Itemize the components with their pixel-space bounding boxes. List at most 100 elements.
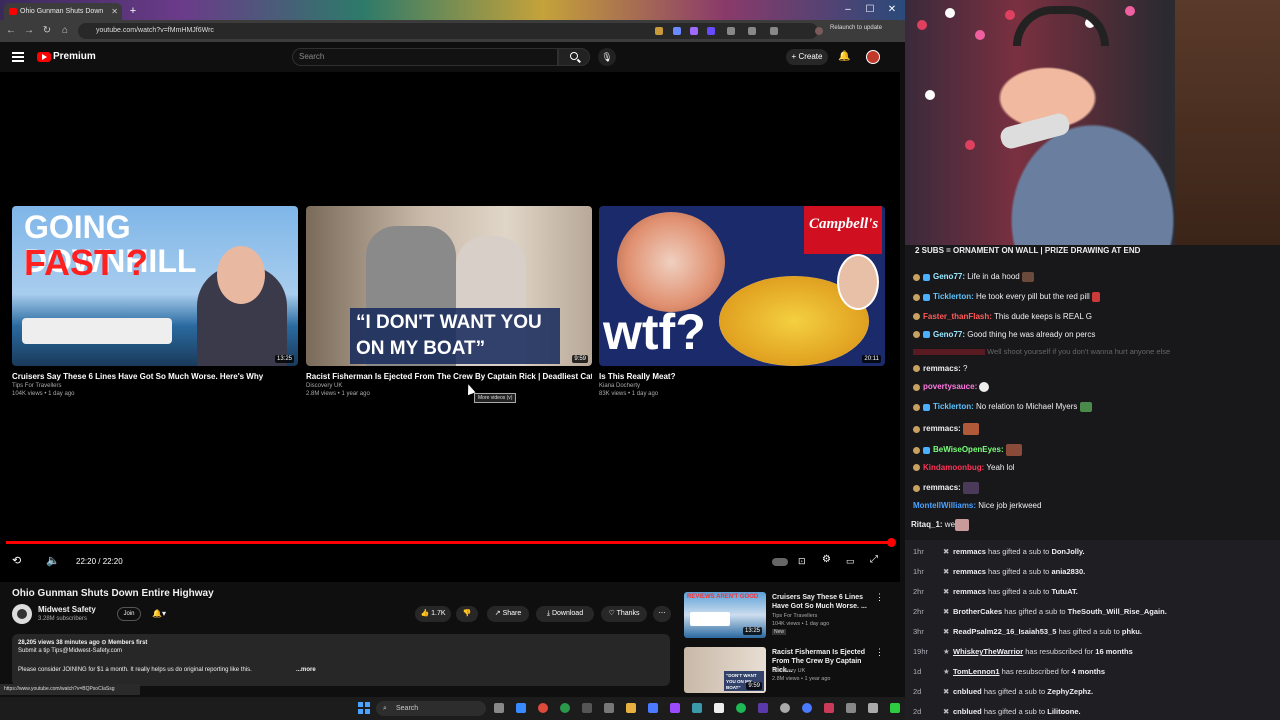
sidebar-icon[interactable] xyxy=(770,27,778,35)
maximize-icon[interactable]: ☐ xyxy=(860,2,880,18)
app-icon[interactable] xyxy=(604,703,614,713)
video-menu-icon[interactable]: ⋮ xyxy=(875,647,884,658)
event-user[interactable]: remmacs xyxy=(953,567,986,576)
back-icon[interactable]: ← xyxy=(4,24,18,38)
join-button[interactable]: Join xyxy=(117,607,141,621)
event-target[interactable]: Lilitoone. xyxy=(1047,707,1080,716)
channel-avatar[interactable] xyxy=(12,604,32,624)
app-icon[interactable] xyxy=(890,703,900,713)
event-user[interactable]: ReadPsalm22_16_Isaiah53_5 xyxy=(953,627,1056,636)
app-icon[interactable] xyxy=(846,703,856,713)
profile-avatar[interactable] xyxy=(815,27,823,35)
chat-username[interactable]: MontellWilliams: xyxy=(913,501,976,510)
event-user[interactable]: cnblued xyxy=(953,707,982,716)
video-thumbnail[interactable]: “DON'T WANT YOU ON MY BOAT” 9:59 xyxy=(684,647,766,693)
event-user[interactable]: TomLennon1 xyxy=(953,667,1000,676)
hamburger-menu-icon[interactable] xyxy=(12,52,24,62)
description-box[interactable]: 28,205 views 38 minutes ago ⊙ Members fi… xyxy=(12,634,670,686)
channel-name[interactable]: Discovery UK xyxy=(772,668,805,674)
reload-icon[interactable]: ↻ xyxy=(40,24,54,38)
channel-name[interactable]: Discovery UK xyxy=(306,383,592,389)
video-menu-icon[interactable]: ⋮ xyxy=(875,592,884,603)
video-thumbnail[interactable]: Campbell's wtf? 20:11 xyxy=(599,206,885,366)
fullscreen-icon[interactable]: ⤢ xyxy=(870,554,878,565)
new-tab-button[interactable]: + xyxy=(126,4,140,18)
captions-icon[interactable]: ⊡ xyxy=(798,556,806,567)
app-icon[interactable] xyxy=(802,703,812,713)
app-icon[interactable] xyxy=(824,703,834,713)
dislike-button[interactable]: 👎 xyxy=(456,606,478,622)
event-target[interactable]: ZephyZephz. xyxy=(1047,687,1093,696)
edge-icon[interactable] xyxy=(516,703,526,713)
subscription-bell-icon[interactable]: 🔔▾ xyxy=(152,609,166,618)
channel-name[interactable]: Kiana Docherty xyxy=(599,383,885,389)
task-view-icon[interactable] xyxy=(494,703,504,713)
chat-username[interactable]: Ticklerton: xyxy=(933,402,974,411)
extension-icon[interactable] xyxy=(655,27,663,35)
chat-username[interactable]: Faster_thanFlash: xyxy=(923,312,992,321)
video-thumbnail[interactable]: “I DON'T WANT YOU ON MY BOAT” 9:59 xyxy=(306,206,592,366)
video-thumbnail[interactable]: GOING DOWNHILL FAST ? 13:25 xyxy=(12,206,298,366)
windows-start-icon[interactable] xyxy=(358,702,370,714)
autoplay-toggle[interactable] xyxy=(772,558,788,566)
progress-scrubber[interactable] xyxy=(887,538,896,547)
minimize-icon[interactable]: – xyxy=(838,2,858,18)
chat-username[interactable]: Ticklerton: xyxy=(933,292,974,301)
event-target[interactable]: ania2830. xyxy=(1051,567,1085,576)
extension-icon[interactable] xyxy=(707,27,715,35)
app-icon[interactable] xyxy=(648,703,658,713)
channel-name[interactable]: Tips For Travellers xyxy=(772,613,817,619)
app-icon[interactable] xyxy=(780,703,790,713)
event-target[interactable]: DonJolly. xyxy=(1051,547,1084,556)
app-icon[interactable] xyxy=(582,703,592,713)
event-target[interactable]: TheSouth_Will_Rise_Again. xyxy=(1068,607,1167,616)
extensions-puzzle-icon[interactable] xyxy=(748,27,756,35)
end-screen-video-card[interactable]: “I DON'T WANT YOU ON MY BOAT” 9:59 Racis… xyxy=(306,206,592,397)
related-video-card[interactable]: “DON'T WANT YOU ON MY BOAT” 9:59 Racist … xyxy=(684,647,884,693)
youtube-logo-icon[interactable] xyxy=(37,52,51,62)
end-screen-video-card[interactable]: GOING DOWNHILL FAST ? 13:25 Cruisers Say… xyxy=(12,206,298,397)
progress-bar[interactable] xyxy=(6,541,894,544)
search-input[interactable]: Search xyxy=(292,48,558,66)
video-title[interactable]: Racist Fisherman Is Ejected From The Cre… xyxy=(306,372,592,381)
settings-gear-icon[interactable]: ⚙ xyxy=(822,554,831,565)
app-icon[interactable] xyxy=(758,703,768,713)
chat-username[interactable]: Ritaq_1: xyxy=(911,520,943,529)
chat-username[interactable]: remmacs: xyxy=(923,424,961,433)
extension-icon[interactable] xyxy=(673,27,681,35)
account-avatar[interactable] xyxy=(866,50,880,64)
video-title[interactable]: Is This Really Meat? xyxy=(599,372,885,381)
home-icon[interactable]: ⌂ xyxy=(58,24,72,38)
taskbar-search[interactable]: ⌕ Search xyxy=(376,701,486,716)
download-button[interactable]: ⤓ Download xyxy=(536,606,594,622)
app-icon[interactable] xyxy=(692,703,702,713)
relaunch-to-update[interactable]: Relaunch to update xyxy=(830,25,882,31)
event-target[interactable]: phku. xyxy=(1122,627,1142,636)
end-screen-video-card[interactable]: Campbell's wtf? 20:11 Is This Really Mea… xyxy=(599,206,885,397)
chrome-icon[interactable] xyxy=(538,703,548,713)
notifications-bell-icon[interactable]: 🔔 xyxy=(838,50,850,64)
chat-username[interactable]: BeWiseOpenEyes: xyxy=(933,445,1004,454)
extension-icon[interactable] xyxy=(727,27,735,35)
like-button[interactable]: 👍 1.7K xyxy=(415,606,451,622)
chat-username[interactable]: remmacs: xyxy=(923,364,961,373)
thanks-button[interactable]: ♡ Thanks xyxy=(601,606,647,622)
event-user[interactable]: remmacs xyxy=(953,547,986,556)
chat-username[interactable]: Geno77: xyxy=(933,330,965,339)
chat-username[interactable]: Kindamoonbug: xyxy=(923,463,984,472)
event-user[interactable]: WhiskeyTheWarrior xyxy=(953,647,1023,656)
app-icon[interactable] xyxy=(714,703,724,713)
extension-icon[interactable] xyxy=(690,27,698,35)
event-user[interactable]: BrotherCakes xyxy=(953,607,1002,616)
channel-name[interactable]: Midwest Safety xyxy=(38,605,96,614)
app-icon[interactable] xyxy=(868,703,878,713)
browser-tab-active[interactable]: Ohio Gunman Shuts Down ✕ xyxy=(4,3,122,20)
video-title[interactable]: Cruisers Say These 6 Lines Have Got So M… xyxy=(772,593,872,611)
event-user[interactable]: cnblued xyxy=(953,687,982,696)
more-actions-button[interactable]: ⋯ xyxy=(653,606,671,622)
more-link[interactable]: ...more xyxy=(296,667,316,673)
channel-name[interactable]: Tips For Travellers xyxy=(12,383,298,389)
share-button[interactable]: ↗ Share xyxy=(487,606,529,622)
chrome-icon[interactable] xyxy=(560,703,570,713)
theater-mode-icon[interactable]: ▭ xyxy=(846,556,855,567)
